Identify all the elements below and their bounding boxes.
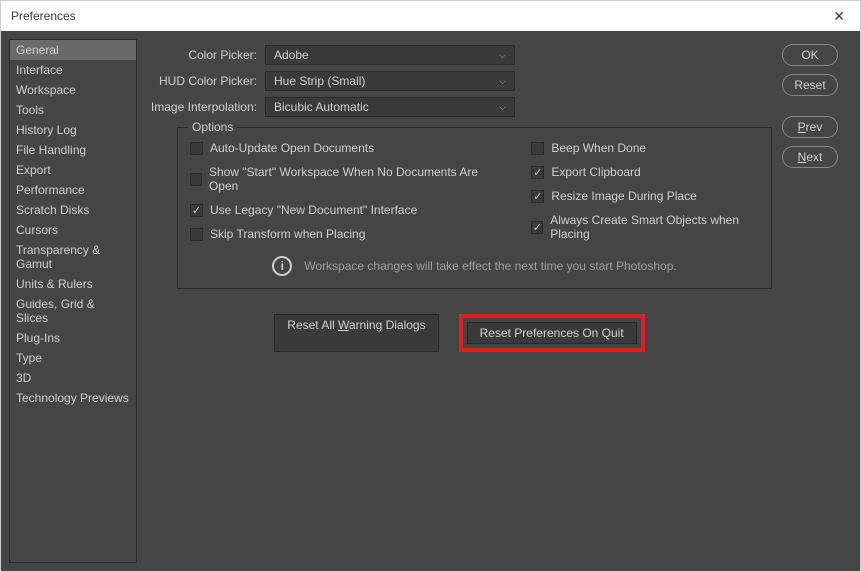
checkbox-icon[interactable]	[531, 221, 543, 234]
prev-button[interactable]: Prev	[782, 116, 838, 138]
dialog-buttons: OK Reset Prev Next	[782, 39, 852, 563]
chevron-down-icon: ⌵	[499, 50, 506, 61]
sidebar-item-file-handling[interactable]: File Handling	[10, 140, 136, 160]
image-interpolation-value: Bicubic Automatic	[274, 100, 369, 114]
color-picker-select[interactable]: Adobe ⌵	[265, 45, 515, 65]
image-interpolation-select[interactable]: Bicubic Automatic ⌵	[265, 97, 515, 117]
sidebar-item-performance[interactable]: Performance	[10, 180, 136, 200]
sidebar-item-guides-grid-slices[interactable]: Guides, Grid & Slices	[10, 294, 136, 328]
hud-color-picker-value: Hue Strip (Small)	[274, 74, 365, 88]
option-label: Show "Start" Workspace When No Documents…	[209, 165, 481, 193]
option-label: Use Legacy "New Document" Interface	[210, 203, 417, 217]
checkbox-icon[interactable]	[190, 228, 203, 241]
options-group: Options Auto-Update Open DocumentsShow "…	[177, 127, 772, 289]
sidebar-item-tools[interactable]: Tools	[10, 100, 136, 120]
window-title: Preferences	[11, 9, 828, 23]
hud-color-picker-label: HUD Color Picker:	[147, 74, 265, 88]
sidebar-item-workspace[interactable]: Workspace	[10, 80, 136, 100]
checkbox-icon[interactable]	[190, 204, 203, 217]
option-label: Auto-Update Open Documents	[210, 141, 374, 155]
option-label: Always Create Smart Objects when Placing	[550, 213, 759, 241]
sidebar-item-history-log[interactable]: History Log	[10, 120, 136, 140]
option-label: Skip Transform when Placing	[210, 227, 365, 241]
sidebar-item-plug-ins[interactable]: Plug-Ins	[10, 328, 136, 348]
highlighted-button-frame: Reset Preferences On Quit	[459, 314, 645, 352]
color-picker-label: Color Picker:	[147, 48, 265, 62]
hud-color-picker-select[interactable]: Hue Strip (Small) ⌵	[265, 71, 515, 91]
sidebar-item-technology-previews[interactable]: Technology Previews	[10, 388, 136, 408]
sidebar-item-3d[interactable]: 3D	[10, 368, 136, 388]
sidebar-item-general[interactable]: General	[10, 40, 136, 60]
image-interpolation-label: Image Interpolation:	[147, 100, 265, 114]
checkbox-icon[interactable]	[531, 142, 544, 155]
sidebar-item-units-rulers[interactable]: Units & Rulers	[10, 274, 136, 294]
color-picker-value: Adobe	[274, 48, 309, 62]
titlebar: Preferences ✕	[1, 1, 860, 31]
sidebar-item-interface[interactable]: Interface	[10, 60, 136, 80]
option-resize-image-during-place[interactable]: Resize Image During Place	[531, 189, 759, 203]
option-label: Export Clipboard	[551, 165, 640, 179]
next-button[interactable]: Next	[782, 146, 838, 168]
sidebar-item-export[interactable]: Export	[10, 160, 136, 180]
ok-button[interactable]: OK	[782, 44, 838, 66]
option-always-create-smart-objects-wh[interactable]: Always Create Smart Objects when Placing	[531, 213, 759, 241]
option-skip-transform-when-placing[interactable]: Skip Transform when Placing	[190, 227, 481, 241]
checkbox-icon[interactable]	[531, 166, 544, 179]
info-icon: i	[272, 256, 292, 276]
sidebar-item-scratch-disks[interactable]: Scratch Disks	[10, 200, 136, 220]
option-auto-update-open-documents[interactable]: Auto-Update Open Documents	[190, 141, 481, 155]
sidebar-item-transparency-gamut[interactable]: Transparency & Gamut	[10, 240, 136, 274]
checkbox-icon[interactable]	[190, 142, 203, 155]
sidebar-item-type[interactable]: Type	[10, 348, 136, 368]
chevron-down-icon: ⌵	[499, 76, 506, 87]
option-label: Resize Image During Place	[551, 189, 696, 203]
sidebar-item-cursors[interactable]: Cursors	[10, 220, 136, 240]
option-show-start-workspace-when-no-d[interactable]: Show "Start" Workspace When No Documents…	[190, 165, 481, 193]
reset-warnings-button[interactable]: Reset All Warning Dialogs	[274, 314, 438, 352]
options-title: Options	[188, 120, 237, 134]
main-panel: Color Picker: Adobe ⌵ HUD Color Picker: …	[137, 39, 782, 563]
reset-preferences-on-quit-button[interactable]: Reset Preferences On Quit	[467, 322, 637, 344]
option-use-legacy-new-document-interf[interactable]: Use Legacy "New Document" Interface	[190, 203, 481, 217]
close-icon[interactable]: ✕	[828, 8, 850, 25]
checkbox-icon[interactable]	[190, 173, 202, 186]
option-label: Beep When Done	[551, 141, 646, 155]
sidebar: GeneralInterfaceWorkspaceToolsHistory Lo…	[9, 39, 137, 563]
reset-button[interactable]: Reset	[782, 74, 838, 96]
chevron-down-icon: ⌵	[499, 102, 506, 113]
option-export-clipboard[interactable]: Export Clipboard	[531, 165, 759, 179]
option-beep-when-done[interactable]: Beep When Done	[531, 141, 759, 155]
checkbox-icon[interactable]	[531, 190, 544, 203]
info-text: Workspace changes will take effect the n…	[304, 259, 676, 273]
